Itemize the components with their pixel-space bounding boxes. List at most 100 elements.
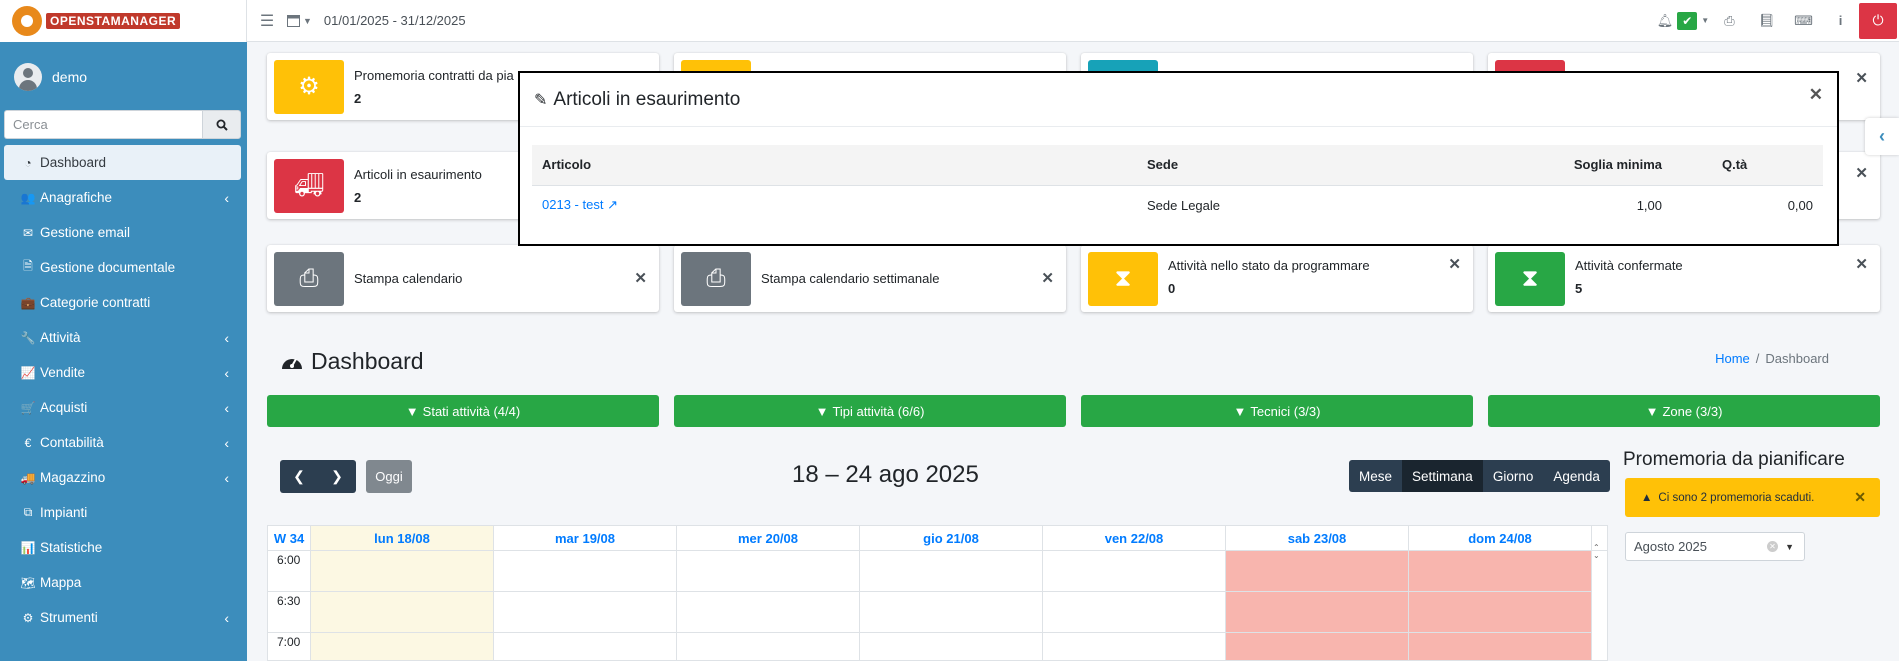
- calendar-slot[interactable]: [677, 592, 859, 633]
- infobox-attivita-da-programmare[interactable]: ⧗ Attività nello stato da programmare 0 …: [1081, 245, 1473, 312]
- close-icon[interactable]: ✕: [1041, 269, 1054, 287]
- calendar-day-header[interactable]: gio 21/08: [860, 526, 1043, 550]
- calendar-slot[interactable]: [1226, 633, 1408, 660]
- close-icon[interactable]: ✕: [1809, 85, 1823, 105]
- close-icon[interactable]: ✕: [1855, 164, 1868, 182]
- calendar-slot[interactable]: [1043, 633, 1225, 660]
- view-mese-button[interactable]: Mese: [1349, 460, 1403, 492]
- keyboard-icon[interactable]: ⌨: [1785, 13, 1822, 29]
- modal-title-text: Articoli in esaurimento: [553, 88, 741, 110]
- calendar-prev-button[interactable]: ❮: [280, 460, 318, 493]
- month-select[interactable]: Agosto 2025 ✕ ▼: [1625, 532, 1805, 561]
- calendar-slot[interactable]: [860, 592, 1042, 633]
- calendar-next-button[interactable]: ❯: [318, 460, 356, 493]
- brand-name: OPENSTAMANAGER: [46, 13, 181, 29]
- sidebar-item-magazzino[interactable]: 🚚 Magazzino ‹: [4, 460, 241, 495]
- tachometer-icon: ◔: [24, 155, 32, 170]
- sidebar-item-vendite[interactable]: 📈 Vendite ‹: [4, 355, 241, 390]
- close-icon[interactable]: ✕: [1448, 255, 1461, 273]
- search-input[interactable]: [4, 110, 202, 139]
- sidebar-item-anagrafiche[interactable]: 👥 Anagrafiche ‹: [4, 180, 241, 215]
- calendar-day-header[interactable]: dom 24/08: [1409, 526, 1592, 550]
- calendar-day-column[interactable]: [1043, 551, 1226, 660]
- calendar-slot[interactable]: [1226, 551, 1408, 592]
- envelope-icon: ✉: [22, 225, 34, 240]
- filter-label: Tecnici (3/3): [1250, 403, 1321, 419]
- infobox-value: 0: [1168, 280, 1176, 296]
- calendar-slot[interactable]: [1226, 592, 1408, 633]
- calendar-day-column[interactable]: [311, 551, 494, 660]
- brand-logo[interactable]: OPENSTAMANAGER: [0, 0, 247, 42]
- infobox-attivita-confermate[interactable]: ⧗ Attività confermate 5 ✕: [1488, 245, 1880, 312]
- bar-chart-icon: 📊: [20, 540, 36, 555]
- view-settimana-button[interactable]: Settimana: [1402, 460, 1483, 492]
- filter-zone-button[interactable]: ▼ Zone (3/3): [1488, 395, 1880, 427]
- infobox-stampa-calendario-settimanale[interactable]: ⎙ Stampa calendario settimanale ✕: [674, 245, 1066, 312]
- calendar-day-header[interactable]: mar 19/08: [494, 526, 677, 550]
- calendar-day-header[interactable]: mer 20/08: [677, 526, 860, 550]
- calendar-slot[interactable]: [1409, 551, 1591, 592]
- view-giorno-button[interactable]: Giorno: [1482, 460, 1544, 492]
- calendar-slot[interactable]: [1409, 633, 1591, 660]
- close-icon[interactable]: ✕: [1854, 489, 1866, 506]
- calendar-slot[interactable]: [494, 633, 676, 660]
- notifications-dropdown[interactable]: 🔔︎ ✔ ▼: [1655, 11, 1711, 30]
- filter-stati-attivita-button[interactable]: ▼ Stati attività (4/4): [267, 395, 659, 427]
- period-range[interactable]: 01/01/2025 - 31/12/2025: [324, 13, 466, 28]
- sidebar-item-strumenti[interactable]: ⚙ Strumenti ‹: [4, 600, 241, 635]
- calendar-day-column[interactable]: [494, 551, 677, 660]
- sidebar-item-attivit-[interactable]: 🔧 Attività ‹: [4, 320, 241, 355]
- calendar-today-button[interactable]: Oggi: [366, 460, 412, 493]
- clear-icon[interactable]: ✕: [1767, 541, 1778, 552]
- calendar-slot[interactable]: [311, 592, 493, 633]
- logout-power-icon[interactable]: ⏻: [1859, 2, 1897, 39]
- calendar-slot[interactable]: [494, 551, 676, 592]
- calendar-slot[interactable]: [677, 551, 859, 592]
- calendar-slot[interactable]: [311, 633, 493, 660]
- calendar-slot[interactable]: [1409, 592, 1591, 633]
- calendar-slot[interactable]: [311, 551, 493, 592]
- scroll-resize-icon[interactable]: ⌃ ⌄: [1593, 544, 1600, 560]
- calendar-slot[interactable]: [860, 633, 1042, 660]
- calendar-day-column[interactable]: [1226, 551, 1409, 660]
- sidebar-item-gestione-documentale[interactable]: 🗎 Gestione documentale: [4, 250, 241, 285]
- filter-tipi-attivita-button[interactable]: ▼ Tipi attività (6/6): [674, 395, 1066, 427]
- sidebar-item-mappa[interactable]: 🗺 Mappa: [4, 565, 241, 600]
- sidebar-item-gestione-email[interactable]: ✉ Gestione email: [4, 215, 241, 250]
- print-icon[interactable]: ⎙: [1711, 13, 1748, 29]
- sidebar-item-statistiche[interactable]: 📊 Statistiche: [4, 530, 241, 565]
- sidebar-item-impianti[interactable]: ⧉ Impianti: [4, 495, 241, 530]
- filter-tecnici-button[interactable]: ▼ Tecnici (3/3): [1081, 395, 1473, 427]
- calendar-slot[interactable]: [677, 633, 859, 660]
- calendar-title: 18 – 24 ago 2025: [792, 461, 979, 488]
- calendar-slot[interactable]: [494, 592, 676, 633]
- user-panel[interactable]: demo: [0, 50, 247, 104]
- calendar-slot[interactable]: [860, 551, 1042, 592]
- calendar-slot[interactable]: [1043, 551, 1225, 592]
- sidebar-item-dashboard[interactable]: ◔ Dashboard: [4, 145, 241, 180]
- calendar-day-header[interactable]: lun 18/08: [311, 526, 494, 550]
- articolo-link[interactable]: 0213 - test ↗: [542, 197, 618, 212]
- view-agenda-button[interactable]: Agenda: [1543, 460, 1610, 492]
- period-dropdown[interactable]: ▼: [287, 14, 312, 27]
- gear-logo-icon: [12, 6, 42, 36]
- calendar-day-column[interactable]: [860, 551, 1043, 660]
- sidebar-item-contabilit-[interactable]: € Contabilità ‹: [4, 425, 241, 460]
- close-icon[interactable]: ✕: [1855, 255, 1868, 273]
- search-button[interactable]: [202, 110, 241, 139]
- calendar-day-header[interactable]: ven 22/08: [1043, 526, 1226, 550]
- calendar-day-column[interactable]: [1409, 551, 1592, 660]
- menu-toggle-icon[interactable]: ☰: [247, 11, 287, 31]
- sidebar-item-categorie-contratti[interactable]: 💼 Categorie contratti: [4, 285, 241, 320]
- close-icon[interactable]: ✕: [634, 269, 647, 287]
- calendar-day-column[interactable]: [677, 551, 860, 660]
- control-sidebar-toggle[interactable]: ‹: [1865, 118, 1899, 155]
- calendar-slot[interactable]: [1043, 592, 1225, 633]
- info-icon[interactable]: i: [1822, 13, 1859, 28]
- calendar-day-header[interactable]: sab 23/08: [1226, 526, 1409, 550]
- sidebar-item-acquisti[interactable]: 🛒 Acquisti ‹: [4, 390, 241, 425]
- close-icon[interactable]: ✕: [1855, 69, 1868, 87]
- book-icon[interactable]: 📘︎: [1748, 13, 1785, 29]
- infobox-stampa-calendario[interactable]: ⎙ Stampa calendario ✕: [267, 245, 659, 312]
- breadcrumb-home[interactable]: Home: [1715, 351, 1750, 366]
